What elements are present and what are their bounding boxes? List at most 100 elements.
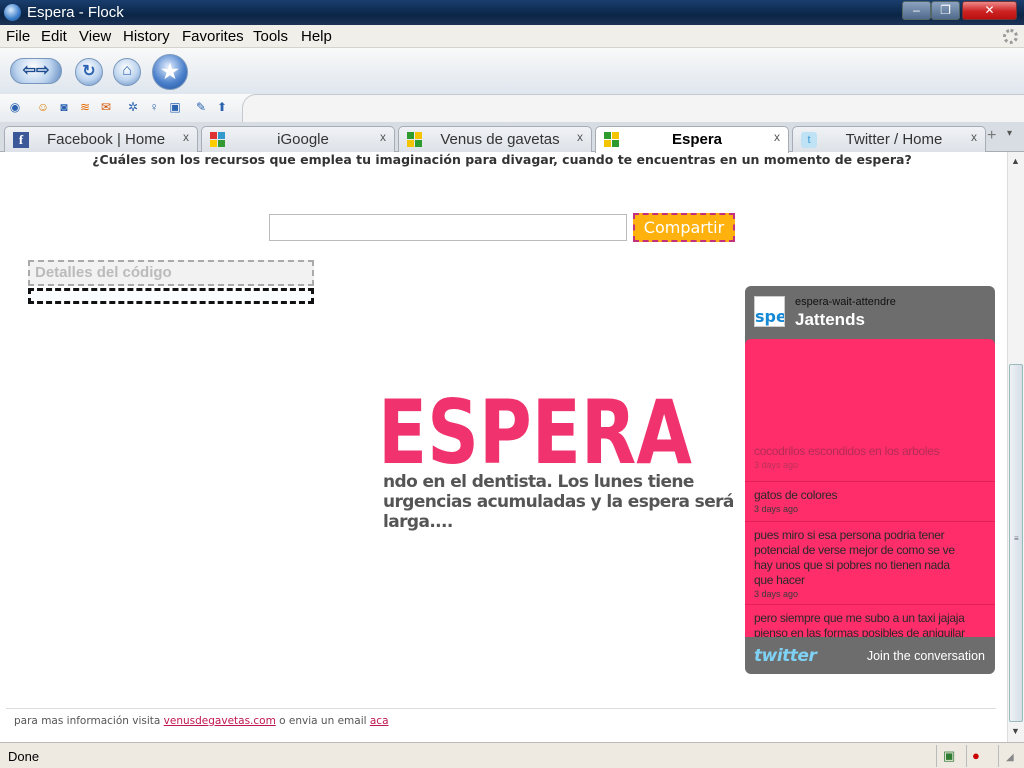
scroll-down-icon[interactable]: ▼ [1011, 726, 1020, 736]
twitter-logo[interactable]: twitter [754, 646, 817, 666]
footer-text: para mas información visita [14, 715, 164, 727]
tab-twitter[interactable]: t Twitter / Home x [792, 126, 986, 152]
menu-help[interactable]: Help [301, 28, 332, 45]
presence-icon[interactable]: ● [972, 748, 980, 763]
close-tab-icon[interactable]: x [971, 130, 977, 144]
igoogle-icon [210, 132, 226, 148]
avatar-text: spe [755, 307, 785, 326]
menu-tools[interactable]: Tools [253, 28, 288, 45]
menu-view[interactable]: View [79, 28, 111, 45]
tab-list-icon[interactable]: ▾ [1007, 128, 1012, 139]
tweet-text: pues miro si esa persona podria tener po… [754, 528, 955, 587]
menu-bar: File Edit View History Favorites Tools H… [0, 25, 1024, 48]
reload-icon[interactable]: ↻ [75, 58, 103, 86]
status-divider [936, 745, 937, 767]
rss-icon[interactable]: ≋ [78, 100, 92, 114]
answer-input[interactable] [269, 214, 627, 241]
window-title: Espera - Flock [27, 4, 124, 21]
close-tab-icon[interactable]: x [380, 130, 386, 144]
new-tab-icon[interactable]: + [987, 128, 1003, 144]
grip-icon: ≡ [1014, 534, 1019, 543]
favorite-star-icon[interactable]: ★ [152, 54, 188, 90]
email-link[interactable]: aca [370, 715, 389, 727]
espera-logo: ESPERA [378, 390, 692, 470]
tab-label: Venus de gavetas [440, 131, 560, 148]
venus-icon [604, 132, 620, 148]
scroll-up-icon[interactable]: ▲ [1011, 156, 1020, 166]
list-item: pero siempre que me subo a un taxi jajaj… [745, 604, 995, 637]
footer-text: o envia un email [275, 715, 370, 727]
widget-title: Jattends [795, 310, 865, 329]
waiting-quote: ndo en el dentista. Los lunes tiene urge… [383, 472, 734, 532]
minimize-button[interactable]: – [902, 1, 931, 20]
close-tab-icon[interactable]: x [183, 130, 189, 144]
tab-label: Espera [671, 131, 723, 148]
details-code-box [28, 288, 314, 304]
tweet-time[interactable]: 3 days ago [754, 589, 986, 599]
status-divider [998, 745, 999, 767]
facebook-icon: f [13, 132, 29, 148]
network-icon[interactable]: ✲ [126, 100, 140, 114]
list-item: pues miro si esa persona podria tener po… [745, 521, 995, 599]
status-bar: Done ▣ ● ◢ [0, 742, 1024, 768]
globe-icon[interactable]: ◉ [8, 100, 22, 114]
tab-facebook[interactable]: f Facebook | Home x [4, 126, 198, 152]
status-divider [966, 745, 967, 767]
home-icon[interactable]: ⌂ [113, 58, 141, 86]
scroll-thumb[interactable]: ≡ [1009, 364, 1023, 722]
flock-logo-icon [4, 4, 21, 21]
avatar[interactable]: spe [754, 296, 785, 327]
site-link[interactable]: venusdegavetas.com [164, 715, 276, 727]
tab-venus-de-gavetas[interactable]: Venus de gavetas x [398, 126, 592, 152]
join-conversation-link[interactable]: Join the conversation [867, 649, 985, 663]
clipboard-icon[interactable]: ▣ [168, 100, 182, 114]
twitter-widget: spe espera-wait-attendre Jattends cocodr… [745, 286, 995, 674]
page-question: ¿Cuáles son los recursos que emplea tu i… [92, 152, 912, 167]
widget-username[interactable]: espera-wait-attendre [795, 296, 896, 308]
monitor-icon[interactable]: ▣ [943, 748, 955, 764]
maximize-button[interactable]: ❐ [931, 1, 960, 20]
key-icon[interactable]: ♀ [147, 100, 161, 114]
menu-history[interactable]: History [123, 28, 170, 45]
upload-icon[interactable]: ⬆ [215, 100, 229, 114]
tweet-list: cocodrilos escondidos en los arboles 3 d… [745, 339, 995, 637]
tweet-text: pero siempre que me subo a un taxi jajaj… [754, 611, 965, 637]
list-item: cocodrilos escondidos en los arboles 3 d… [745, 444, 995, 470]
mail-icon[interactable]: ✉ [99, 100, 113, 114]
tab-espera[interactable]: Espera x [595, 126, 789, 153]
tweet-time[interactable]: 3 days ago [754, 460, 986, 470]
details-code-toggle[interactable]: Detalles del código [28, 260, 314, 286]
menu-file[interactable]: File [6, 28, 30, 45]
tweet-time[interactable]: 3 days ago [754, 504, 986, 514]
espera-logo-text: ESPERA [378, 390, 692, 470]
twitter-icon: t [801, 132, 817, 148]
close-tab-icon[interactable]: x [577, 130, 583, 144]
back-forward-button[interactable]: ⇦⇨ [10, 58, 62, 84]
share-button[interactable]: Compartir [633, 213, 735, 242]
navigation-toolbar: ⇦⇨ ↻ ⌂ ★ ▭ ≋ ▼ ⎘ ⇨ g ▼ [0, 48, 1024, 132]
blog-pen-icon[interactable]: ✎ [194, 100, 208, 114]
tab-label: iGoogle [277, 131, 329, 148]
menu-edit[interactable]: Edit [41, 28, 67, 45]
resize-grip-icon[interactable]: ◢ [1006, 752, 1014, 763]
tweet-text: gatos de colores [754, 488, 838, 502]
tab-label: Facebook | Home [46, 131, 166, 148]
venus-icon [407, 132, 423, 148]
close-tab-icon[interactable]: x [774, 130, 780, 144]
tab-label: Twitter / Home [845, 131, 943, 148]
page-footer: para mas información visita venusdegavet… [14, 715, 389, 727]
menu-favorites[interactable]: Favorites [182, 28, 244, 45]
page-content: ¿Cuáles son los recursos que emplea tu i… [0, 152, 1007, 742]
title-bar: Espera - Flock – ❐ ✕ [0, 0, 1024, 25]
vertical-scrollbar[interactable]: ▲ ≡ ▼ [1007, 152, 1024, 742]
widget-footer: twitter Join the conversation [745, 637, 995, 674]
camera-icon[interactable]: ◙ [57, 100, 71, 114]
tab-bar: f Facebook | Home x iGoogle x Venus de g… [0, 122, 1024, 153]
loading-throbber-icon [1003, 29, 1018, 44]
close-window-button[interactable]: ✕ [962, 1, 1017, 20]
tab-igoogle[interactable]: iGoogle x [201, 126, 395, 152]
footer-divider [6, 708, 996, 709]
list-item: gatos de colores 3 days ago [745, 481, 995, 514]
tweet-text: cocodrilos escondidos en los arboles [754, 444, 940, 458]
people-icon[interactable]: ☺ [36, 100, 50, 114]
